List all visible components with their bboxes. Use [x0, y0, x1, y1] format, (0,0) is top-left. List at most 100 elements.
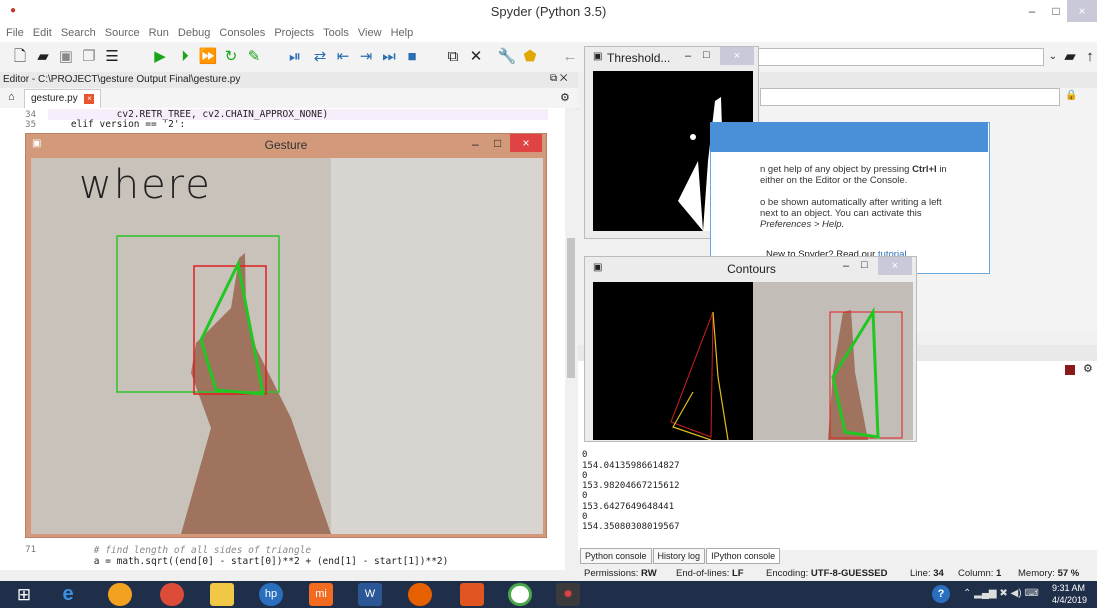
firefox-icon[interactable] [408, 583, 432, 606]
contours-minimize-button[interactable]: – [843, 260, 849, 272]
title-bar: ● Spyder (Python 3.5) – □ × [0, 0, 1097, 24]
menu-tools[interactable]: Tools [323, 24, 349, 42]
run-icon[interactable]: ▶ [150, 47, 170, 67]
stop-icon[interactable]: ■ [402, 47, 422, 67]
menu-search[interactable]: Search [61, 24, 96, 42]
contours-window: ▣ Contours – □ × [584, 256, 917, 442]
list-icon[interactable]: ☰ [102, 47, 122, 67]
taskbar: ⊞ e hp mi W ✹ ? ⌃ ▂▄▆ ✖ ◀) ⌨ 9:31 AM 4/4… [0, 581, 1097, 608]
open-file-icon[interactable]: ▰ [33, 47, 53, 67]
status-memory: 57 % [1057, 568, 1080, 579]
continue-icon[interactable]: ⏭ [379, 47, 399, 67]
editor-tab-gesture[interactable]: gesture.py × [24, 89, 102, 109]
help-source-combo[interactable] [760, 88, 1060, 106]
menu-edit[interactable]: Edit [33, 24, 52, 42]
menu-debug[interactable]: Debug [178, 24, 210, 42]
line-number: 34 [25, 110, 36, 120]
new-file-icon[interactable]: 🗋 [10, 47, 30, 67]
gesture-window-title: Gesture [264, 138, 308, 152]
rerun-icon[interactable]: ↻ [221, 47, 241, 67]
pane-controls[interactable]: ⧉ ✕ [550, 73, 568, 84]
run-selection-icon[interactable]: ✎ [244, 47, 264, 67]
app-orange-icon[interactable] [460, 583, 484, 606]
fullscreen-icon[interactable]: ✕ [466, 47, 486, 67]
menu-source[interactable]: Source [105, 24, 140, 42]
code-line: a = math.sqrt((end[0] - start[0])**2 + (… [48, 556, 449, 567]
status-column: 1 [996, 568, 1002, 579]
menu-file[interactable]: File [6, 24, 24, 42]
app-green-icon[interactable] [508, 583, 532, 606]
window-icon: ▣ [593, 51, 603, 62]
status-line: 34 [933, 568, 944, 579]
threshold-window-title: Threshold... [607, 51, 671, 65]
python-path-icon[interactable]: ⬟ [520, 47, 540, 67]
lock-icon[interactable]: 🔒 [1065, 90, 1077, 101]
editor-path: Editor - C:\PROJECT\gesture Output Final… [0, 72, 578, 88]
gear-icon[interactable]: ⚙ [1083, 362, 1093, 375]
save-all-icon[interactable]: ❐ [79, 47, 99, 67]
clock-date: 4/4/2019 [1052, 595, 1088, 605]
tab-python-console[interactable]: Python console [580, 548, 652, 564]
run-cell-advance-icon[interactable]: ⏩ [198, 47, 218, 67]
window-title: Spyder (Python 3.5) [490, 4, 607, 19]
gear-icon[interactable]: ⚙ [560, 91, 570, 104]
menu-help[interactable]: Help [391, 24, 414, 42]
help-panel-header [710, 122, 988, 152]
step-into-icon[interactable]: ⇤ [333, 47, 353, 67]
save-icon[interactable]: ▣ [56, 47, 76, 67]
browse-folder-icon[interactable]: ▰ [1060, 47, 1080, 67]
gesture-minimize-button[interactable]: – [472, 137, 479, 151]
menu-projects[interactable]: Projects [274, 24, 314, 42]
menu-run[interactable]: Run [149, 24, 169, 42]
code-comment: # find length of all sides of triangle [48, 545, 312, 556]
contours-window-title: Contours [727, 262, 776, 276]
close-tab-icon[interactable]: × [84, 94, 95, 104]
maximize-pane-icon[interactable]: ⧉ [443, 47, 463, 67]
menu-consoles[interactable]: Consoles [219, 24, 265, 42]
contours-image [593, 282, 913, 440]
threshold-minimize-button[interactable]: – [685, 50, 691, 62]
preferences-icon[interactable]: 🔧 [497, 47, 517, 67]
clock-time: 9:31 AM [1052, 583, 1086, 593]
camera-view: where [31, 158, 543, 534]
mi-icon[interactable]: mi [309, 583, 333, 606]
tab-history-log[interactable]: History log [652, 548, 706, 564]
run-cell-icon[interactable]: ⏵ [175, 47, 195, 67]
status-eol: LF [731, 568, 744, 579]
threshold-close-button[interactable]: × [720, 47, 754, 65]
hand-drawing [116, 235, 331, 534]
close-button[interactable]: × [1067, 0, 1097, 22]
help-text: n get help of any object by pressing Ctr… [760, 164, 947, 230]
help-header [760, 72, 1097, 88]
stop-console-icon[interactable] [1065, 365, 1075, 375]
parent-dir-icon[interactable]: ↑ [1080, 47, 1097, 67]
working-dir-combo[interactable] [756, 48, 1044, 66]
spyder-task-icon[interactable]: ✹ [556, 583, 580, 606]
browse-tabs-icon[interactable]: ⌂ [8, 91, 15, 103]
tab-ipython-console[interactable]: IPython console [706, 548, 781, 564]
windows-start-icon[interactable]: ⊞ [12, 583, 36, 606]
contours-close-button[interactable]: × [878, 257, 912, 275]
console-output: 0 154.04135986614827 0 153.98204667215612 0 1… [582, 450, 680, 533]
hp-icon[interactable]: hp [259, 583, 283, 606]
editor-tab-label: gesture.py [31, 93, 78, 104]
editor-scrollbar[interactable] [565, 108, 577, 570]
file-explorer-icon[interactable] [210, 583, 234, 606]
chrome-icon[interactable] [160, 583, 184, 606]
debug-icon[interactable]: ⏯ [285, 47, 305, 67]
step-return-icon[interactable]: ⇥ [356, 47, 376, 67]
contours-maximize-button[interactable]: □ [861, 259, 868, 271]
app-yellow-icon[interactable] [108, 583, 132, 606]
gesture-close-button[interactable]: × [510, 134, 542, 152]
back-arrow-icon[interactable]: ← [560, 47, 580, 67]
help-tray-icon[interactable]: ? [932, 585, 950, 603]
edge-icon[interactable]: e [56, 583, 80, 606]
step-icon[interactable]: ⇄ [310, 47, 330, 67]
threshold-maximize-button[interactable]: □ [703, 49, 710, 61]
system-tray-icons[interactable]: ⌃ ▂▄▆ ✖ ◀) ⌨ [963, 588, 1039, 599]
line-number: 71 [25, 545, 36, 555]
gesture-maximize-button[interactable]: □ [494, 136, 501, 150]
scroll-thumb[interactable] [567, 238, 575, 378]
menu-view[interactable]: View [358, 24, 382, 42]
word-icon[interactable]: W [358, 583, 382, 606]
